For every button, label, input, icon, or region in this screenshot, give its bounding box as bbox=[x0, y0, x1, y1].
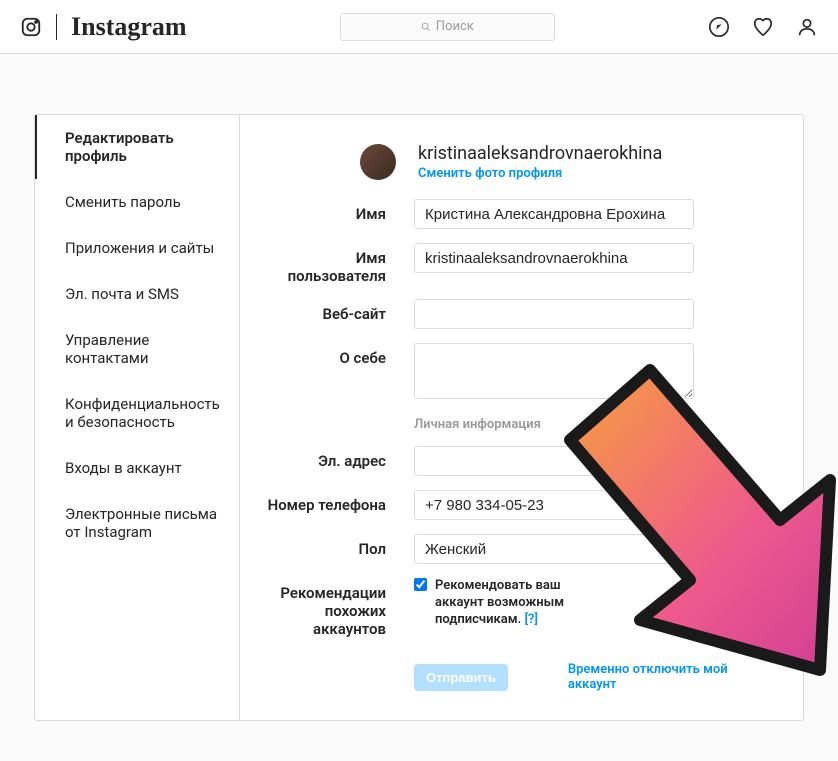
sidebar-item-change-password[interactable]: Сменить пароль bbox=[35, 179, 239, 225]
row-bio: О себе bbox=[264, 343, 763, 403]
search-wrap: Поиск bbox=[340, 13, 555, 41]
label-username: Имя пользователя bbox=[264, 243, 414, 285]
similar-help-link[interactable]: [?] bbox=[524, 612, 538, 627]
row-username: Имя пользователя bbox=[264, 243, 763, 285]
sidebar-item-emails-from-instagram[interactable]: Электронные письма от Instagram bbox=[35, 491, 239, 555]
top-navigation-bar: Instagram Поиск bbox=[0, 0, 838, 54]
checkbox-similar-text: Рекомендовать ваш аккаунт возможным подп… bbox=[435, 578, 564, 627]
row-website: Веб-сайт bbox=[264, 299, 763, 329]
logo-divider bbox=[56, 14, 57, 40]
disable-account-link[interactable]: Временно отключить мой аккаунт bbox=[568, 662, 763, 692]
label-website: Веб-сайт bbox=[264, 299, 414, 323]
change-photo-link[interactable]: Сменить фото профиля bbox=[418, 166, 662, 181]
row-gender: Пол bbox=[264, 534, 763, 564]
checkbox-similar-label: Рекомендовать ваш аккаунт возможным подп… bbox=[435, 578, 585, 629]
label-bio: О себе bbox=[264, 343, 414, 367]
edit-profile-panel: kristinaaleksandrovnaerokhina Сменить фо… bbox=[240, 115, 803, 720]
row-phone: Номер телефона bbox=[264, 490, 763, 520]
instagram-wordmark[interactable]: Instagram bbox=[71, 12, 187, 42]
annotation-arrow-icon bbox=[520, 350, 838, 710]
sidebar-item-edit-profile[interactable]: Редактировать профиль bbox=[35, 115, 239, 179]
label-email: Эл. адрес bbox=[264, 446, 414, 470]
action-row: Отправить Временно отключить мой аккаунт bbox=[414, 662, 763, 692]
input-name[interactable] bbox=[414, 199, 694, 229]
label-similar-accounts: Рекомендации похожих аккаунтов bbox=[264, 578, 414, 638]
input-website[interactable] bbox=[414, 299, 694, 329]
topbar-right bbox=[708, 16, 818, 38]
username-block: kristinaaleksandrovnaerokhina Сменить фо… bbox=[418, 143, 662, 181]
sidebar-item-apps-websites[interactable]: Приложения и сайты bbox=[35, 225, 239, 271]
sidebar-item-privacy-security[interactable]: Конфиденциальность и безопасность bbox=[35, 381, 239, 445]
username-text: kristinaaleksandrovnaerokhina bbox=[418, 143, 662, 164]
input-phone[interactable] bbox=[414, 490, 694, 520]
submit-button[interactable]: Отправить bbox=[414, 664, 508, 691]
input-gender[interactable] bbox=[414, 534, 694, 564]
explore-icon[interactable] bbox=[708, 16, 730, 38]
activity-heart-icon[interactable] bbox=[752, 16, 774, 38]
profile-icon[interactable] bbox=[796, 16, 818, 38]
row-name: Имя bbox=[264, 199, 763, 229]
sidebar-item-login-activity[interactable]: Входы в аккаунт bbox=[35, 445, 239, 491]
topbar-left: Instagram bbox=[20, 12, 187, 42]
avatar[interactable] bbox=[360, 144, 396, 180]
sidebar-item-email-sms[interactable]: Эл. почта и SMS bbox=[35, 271, 239, 317]
input-username[interactable] bbox=[414, 243, 694, 273]
row-similar-accounts: Рекомендации похожих аккаунтов Рекомендо… bbox=[264, 578, 763, 638]
sidebar-item-manage-contacts[interactable]: Управление контактами bbox=[35, 317, 239, 381]
input-email[interactable] bbox=[414, 446, 694, 476]
instagram-glyph-icon[interactable] bbox=[20, 16, 42, 38]
settings-container: Редактировать профиль Сменить пароль При… bbox=[34, 114, 804, 721]
label-name: Имя bbox=[264, 199, 414, 223]
search-input[interactable]: Поиск bbox=[340, 13, 555, 41]
search-icon bbox=[421, 22, 431, 32]
checkbox-similar-accounts[interactable] bbox=[414, 578, 427, 591]
row-email: Эл. адрес bbox=[264, 446, 763, 476]
label-gender: Пол bbox=[264, 534, 414, 558]
input-bio[interactable] bbox=[414, 343, 694, 399]
private-info-header: Личная информация bbox=[414, 417, 763, 432]
search-placeholder: Поиск bbox=[436, 19, 474, 34]
settings-sidebar: Редактировать профиль Сменить пароль При… bbox=[35, 115, 240, 720]
profile-header: kristinaaleksandrovnaerokhina Сменить фо… bbox=[360, 143, 763, 181]
label-phone: Номер телефона bbox=[264, 490, 414, 514]
